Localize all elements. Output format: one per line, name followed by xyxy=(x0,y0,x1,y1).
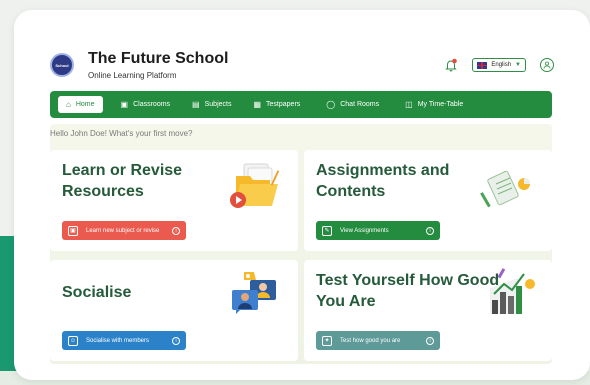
home-icon: ⌂ xyxy=(66,100,71,109)
top-right-controls: English ▼ xyxy=(444,58,554,72)
socialise-button[interactable]: ☺ Socialise with members i xyxy=(62,331,186,350)
nav-label: Classrooms xyxy=(133,101,171,108)
card-title: Learn or Revise Resources xyxy=(62,160,182,202)
testpaper-icon: ▦ xyxy=(253,100,262,109)
button-label: Socialise with members xyxy=(86,337,150,344)
language-select[interactable]: English ▼ xyxy=(472,58,526,72)
card-title-line: Socialise xyxy=(62,284,132,301)
view-assignments-button[interactable]: ✎ View Assignments i xyxy=(316,221,440,240)
chevron-down-icon: ▼ xyxy=(515,62,521,68)
document-icon: ▤ xyxy=(192,100,200,109)
people-icon: ☺ xyxy=(68,335,78,346)
book-icon: ▣ xyxy=(120,100,129,109)
button-label: View Assignments xyxy=(340,227,389,234)
brand-title: The Future School xyxy=(88,50,229,67)
brand-header: School The Future School Online Learning… xyxy=(50,50,228,80)
info-icon[interactable]: i xyxy=(426,336,434,345)
school-logo[interactable]: School xyxy=(50,53,74,77)
bell-icon[interactable] xyxy=(444,58,458,72)
card-socialise: Socialise ☺ Socialise with members i xyxy=(50,260,298,361)
nav-label: Chat Rooms xyxy=(340,101,380,108)
nav-label: Subjects xyxy=(204,101,232,108)
socialise-illustration xyxy=(232,272,276,314)
assignment-icon: ✎ xyxy=(322,225,332,236)
button-label: Test how good you are xyxy=(340,337,401,344)
nav-item-subjects[interactable]: ▤ Subjects xyxy=(184,96,239,113)
nav-item-classrooms[interactable]: ▣ Classrooms xyxy=(113,96,179,113)
logo-text: School xyxy=(55,62,69,68)
learn-button[interactable]: ▣ Learn new subject or revise i xyxy=(62,221,186,240)
button-label: Learn new subject or revise xyxy=(86,227,160,234)
card-learn-revise: Learn or Revise Resources ▣ Learn new su… xyxy=(50,150,298,251)
card-test-yourself: Test Yourself How Good You Are ✦ Test ho… xyxy=(304,260,552,361)
nav-item-time-table[interactable]: ◫ My Time-Table xyxy=(397,96,471,113)
card-title-line: Resources xyxy=(62,183,144,201)
card-assignments: Assignments and Contents ✎ View Assignme… xyxy=(304,150,552,251)
nav-item-testpapers[interactable]: ▦ Testpapers xyxy=(245,96,308,113)
chat-icon: ◯ xyxy=(326,100,336,109)
greeting-text: Hello John Doe! What's your first move? xyxy=(50,129,193,138)
info-icon[interactable]: i xyxy=(172,336,180,345)
assignment-illustration xyxy=(480,170,530,208)
folder-play-illustration xyxy=(230,163,280,208)
card-title-line: Assignments and xyxy=(316,162,450,179)
brand-subtitle: Online Learning Platform xyxy=(88,71,177,80)
nav-item-chat-rooms[interactable]: ◯ Chat Rooms xyxy=(318,96,387,113)
learn-icon: ▣ xyxy=(68,225,78,236)
card-title: Assignments and Contents xyxy=(316,160,449,202)
test-button[interactable]: ✦ Test how good you are i xyxy=(316,331,440,350)
uk-flag-icon xyxy=(477,61,488,69)
info-icon[interactable]: i xyxy=(172,226,180,235)
test-chart-illustration xyxy=(490,268,535,314)
card-title-line: Test Yourself How Good xyxy=(316,272,500,289)
card-title: Test Yourself How Good You Are xyxy=(316,270,499,312)
nav-item-home[interactable]: ⌂ Home xyxy=(58,96,103,113)
card-title-line: Learn or Revise xyxy=(62,162,183,179)
card-title: Socialise xyxy=(62,282,131,303)
main-nav: ⌂ Home ▣ Classrooms ▤ Subjects ▦ Testpap… xyxy=(50,91,552,118)
nav-label: Home xyxy=(75,101,95,108)
calendar-icon: ◫ xyxy=(405,100,413,109)
nav-label: My Time-Table xyxy=(417,101,464,108)
info-icon[interactable]: i xyxy=(426,226,434,235)
card-title-line: You Are xyxy=(316,293,376,311)
card-title-line: Contents xyxy=(316,183,386,201)
user-icon[interactable] xyxy=(540,58,554,72)
language-label: English xyxy=(491,62,512,68)
target-icon: ✦ xyxy=(322,335,332,346)
nav-label: Testpapers xyxy=(266,101,301,108)
